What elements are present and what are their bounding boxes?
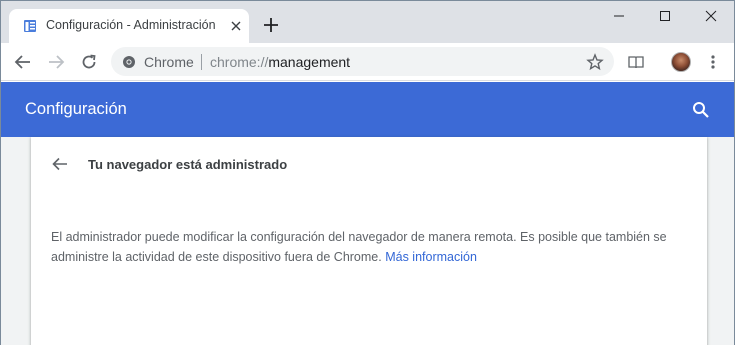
learn-more-link[interactable]: Más información xyxy=(385,250,477,264)
card-description: El administrador puede modificar la conf… xyxy=(51,227,691,267)
url-scheme: chrome:// xyxy=(210,54,269,70)
management-card: Tu navegador está administrado El admini… xyxy=(31,137,707,345)
forward-icon[interactable] xyxy=(46,52,66,72)
settings-page-icon xyxy=(23,19,37,33)
tab-strip: Configuración - Administración xyxy=(1,1,734,43)
window-close-icon[interactable] xyxy=(688,1,734,31)
chrome-logo-icon xyxy=(122,55,136,69)
settings-header: Configuración xyxy=(1,82,734,137)
new-tab-icon[interactable] xyxy=(261,15,281,35)
maximize-icon[interactable] xyxy=(642,1,688,31)
url-host: management xyxy=(268,54,351,70)
tab-title: Configuración - Administración xyxy=(46,18,216,32)
search-icon[interactable] xyxy=(691,100,711,120)
site-chip-label: Chrome xyxy=(144,54,194,70)
profile-avatar[interactable] xyxy=(671,52,691,72)
browser-toolbar: Chrome chrome://management xyxy=(1,43,734,81)
bookmark-star-icon[interactable] xyxy=(586,53,604,71)
back-arrow-icon[interactable] xyxy=(51,155,69,173)
content-area: Tu navegador está administrado El admini… xyxy=(1,137,734,345)
tab-close-icon[interactable] xyxy=(229,19,243,33)
card-body-text: El administrador puede modificar la conf… xyxy=(51,230,667,264)
minimize-icon[interactable] xyxy=(596,1,642,31)
address-bar[interactable]: Chrome chrome://management xyxy=(111,47,614,76)
url-text[interactable]: chrome://management xyxy=(210,54,350,70)
active-tab[interactable]: Configuración - Administración xyxy=(9,9,249,43)
card-title: Tu navegador está administrado xyxy=(88,157,288,172)
reload-icon[interactable] xyxy=(79,52,99,72)
reading-list-icon[interactable] xyxy=(626,52,646,72)
menu-kebab-icon[interactable] xyxy=(703,52,723,72)
back-icon[interactable] xyxy=(13,52,33,72)
omnibox-divider xyxy=(201,54,202,70)
page-title: Configuración xyxy=(25,100,127,118)
